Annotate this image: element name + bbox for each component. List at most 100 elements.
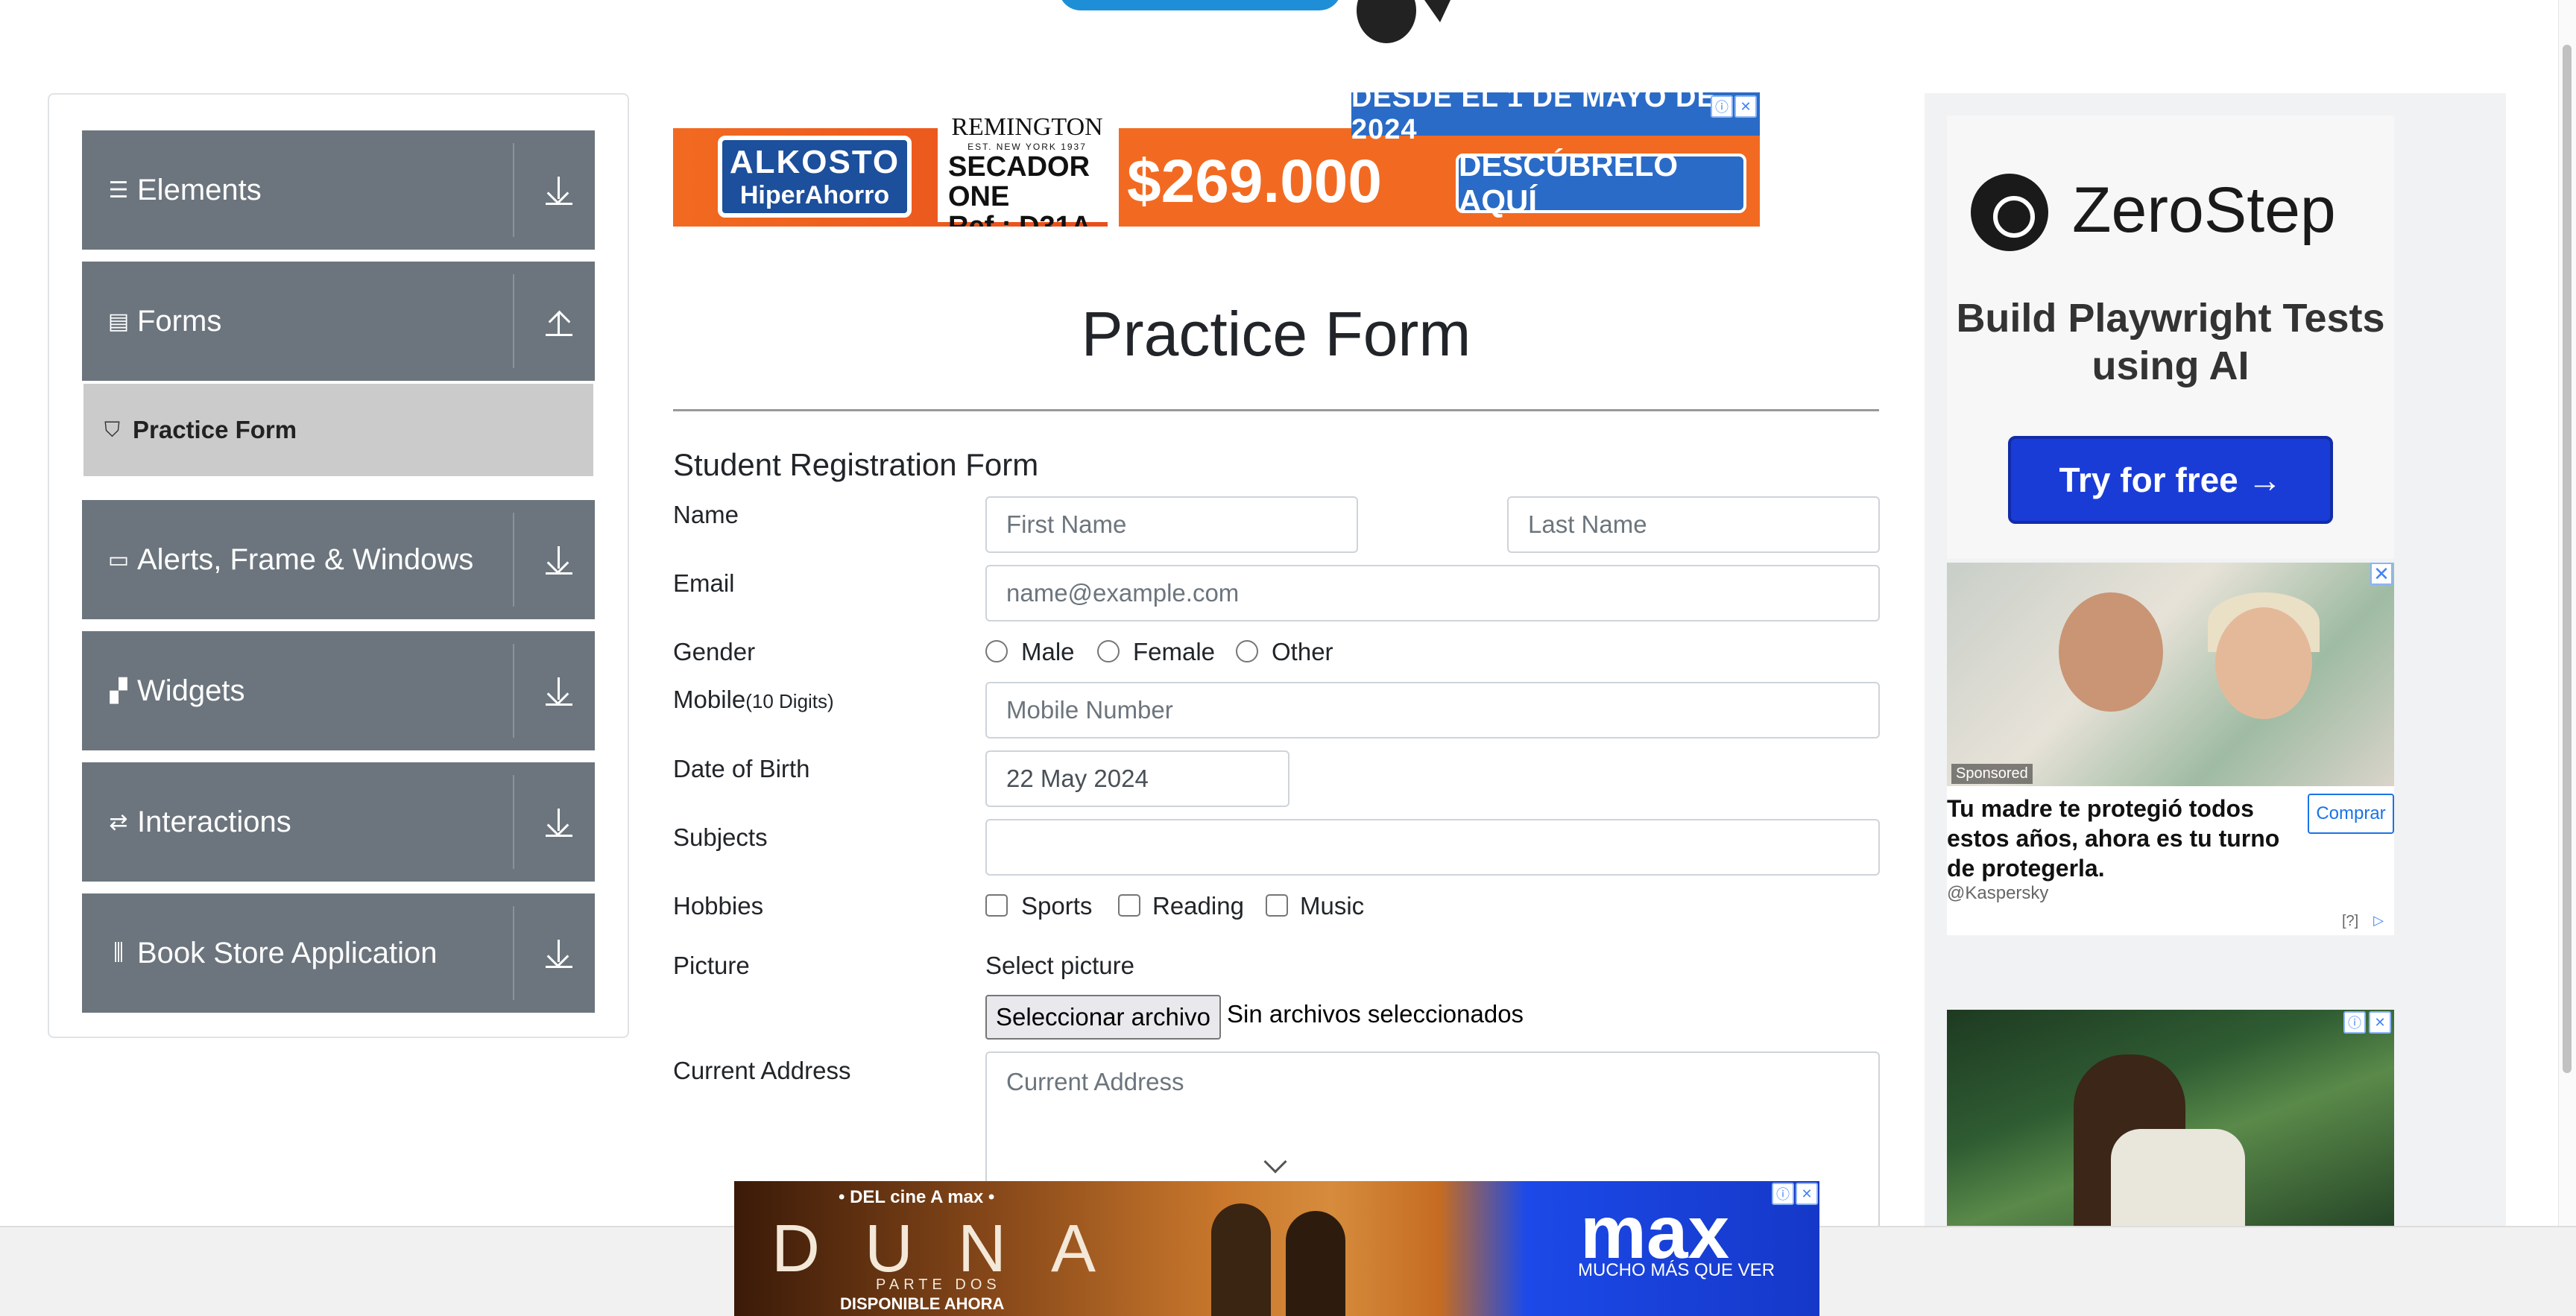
gender-label: Gender [673,638,756,665]
sidebar-group-widgets[interactable]: ▞ Widgets [82,631,595,750]
title-divider [673,409,1879,411]
adchoices-icon[interactable]: ▷ [2367,909,2390,931]
gender-female-radio[interactable] [1097,640,1120,662]
gender-other-label[interactable]: Other [1272,638,1333,666]
sidebar-group-book-store[interactable]: ⫼ Book Store Application [82,893,595,1013]
widgets-icon: ▞ [110,678,127,703]
choose-file-button[interactable]: Seleccionar archivo [985,995,1221,1040]
select-picture-label: Select picture [985,952,1134,979]
bottom-banner-ad[interactable]: • DEL cine A max • DUNA PARTE DOS DISPON… [734,1181,1819,1316]
ad-info-icon[interactable]: ⓘ [1772,1183,1794,1205]
hobby-music-checkbox[interactable] [1266,894,1288,917]
hobby-sports-label[interactable]: Sports [1021,892,1092,920]
logo-text-shape [1058,0,1342,10]
ad-store-name: ALKOSTO [729,143,900,180]
books-icon: ⫼ [113,940,124,965]
ad-price: $269.000 [1127,148,1383,215]
ad-store-tag: HiperAhorro [739,180,890,209]
ad-product: SECADOR ONE [948,151,1090,212]
sidebar-group-label: Book Store Application [137,936,438,969]
ad-date-banner: DESDE EL 1 DE MAYO DE 2024 [1351,92,1760,145]
file-status: Sin archivos seleccionados [1227,1000,1524,1028]
sidebar-group-label: Elements [137,173,262,206]
sidebar-group-label: Forms [137,304,222,338]
upload-arrow-icon [543,305,575,338]
mobile-label: Mobile(10 Digits) [673,686,834,714]
sidebar-group-forms[interactable]: ▤ Forms [82,262,595,381]
gender-male-radio[interactable] [985,640,1008,662]
download-arrow-icon [543,543,575,576]
picture-label: Picture [673,952,750,979]
mobile-input[interactable]: Mobile Number [985,682,1880,738]
hobby-reading-label[interactable]: Reading [1152,892,1244,920]
sidebar-item-label: Practice Form [133,416,297,443]
page: ☰ Elements ▤ Forms ⛉ Practice Form ▭ Ale… [0,0,2576,1316]
sidebar-group-label: Widgets [137,674,245,707]
gender-female-label[interactable]: Female [1133,638,1215,666]
ad-help-link[interactable]: [?] [2342,913,2358,930]
dob-label: Date of Birth [673,755,810,782]
download-arrow-icon [543,674,575,707]
gender-other-radio[interactable] [1236,640,1258,662]
ad-store-logo: ALKOSTO HiperAhorro [718,136,912,218]
document-icon: ▤ [107,309,130,334]
sidebar-group-label: Interactions [137,805,291,838]
last-name-input[interactable]: Last Name [1507,496,1880,553]
sidebar-item-practice-form[interactable]: ⛉ Practice Form [83,384,593,476]
page-title: Practice Form [1081,299,1471,369]
first-name-input[interactable]: First Name [985,496,1358,553]
sponsored-label: Sponsored [1951,764,2033,784]
email-input[interactable]: name@example.com [985,565,1880,621]
divider [513,906,514,1000]
scrollbar-thumb[interactable] [2563,45,2572,1073]
download-arrow-icon [543,174,575,206]
try-free-button[interactable]: Try for free → [2008,436,2333,524]
gender-male-label[interactable]: Male [1021,638,1075,666]
download-arrow-icon [543,806,575,838]
sidebar-group-alerts[interactable]: ▭ Alerts, Frame & Windows [82,500,595,619]
sidebar-group-elements[interactable]: ☰ Elements [82,130,595,250]
divider [513,274,514,368]
top-banner-ad[interactable]: DESDE EL 1 DE MAYO DE 2024 ALKOSTO Hiper… [673,92,1760,227]
ad-close-icon[interactable]: ✕ [1796,1183,1818,1205]
ad-photo: Sponsored [1947,563,2394,786]
ad-ref: Ref.: D31A [948,211,1092,227]
subjects-input[interactable] [985,819,1880,876]
site-logo[interactable] [1058,0,1521,45]
ad-product-block: REMINGTON EST. NEW YORK 1937 SECADOR ONE… [938,106,1117,227]
swap-icon: ⇄ [109,809,128,835]
photo-person [2215,607,2312,719]
photo-person [2059,592,2163,712]
hobbies-label: Hobbies [673,892,764,920]
ad-advertiser: @Kaspersky [1947,883,2049,903]
download-arrow-icon [543,937,575,969]
buy-button[interactable]: Comprar [2308,794,2394,834]
jungle-ad[interactable]: ⓘ ✕ [1947,1010,2394,1248]
logo-mark [1409,0,1461,22]
ad-kicker: • DEL cine A max • [839,1187,995,1207]
ad-brand-sub: EST. NEW YORK 1937 [967,142,1087,152]
ad-close-icon[interactable]: ✕ [2370,563,2393,585]
zerostep-ad[interactable]: ZeroStep Build Playwright Tests using AI… [1947,116,2394,559]
zerostep-tagline: Build Playwright Tests using AI [1956,296,2385,388]
ad-brand: REMINGTON [951,113,1103,141]
html5-icon: ⛉ [104,417,121,441]
ad-availability: DISPONIBLE AHORA [840,1294,1005,1313]
ad-figure [1211,1203,1271,1316]
hobby-reading-checkbox[interactable] [1118,894,1140,917]
ad-info-icon[interactable]: ⓘ [2343,1011,2366,1034]
hobby-sports-checkbox[interactable] [985,894,1008,917]
sidebar-group-interactions[interactable]: ⇄ Interactions [82,762,595,882]
ad-figure [1286,1211,1345,1316]
ad-close-icon[interactable]: ✕ [1734,95,1757,118]
ad-close-icon[interactable]: ✕ [2369,1011,2391,1034]
ad-info-icon[interactable]: ⓘ [1711,95,1733,118]
ad-brand-tagline: MUCHO MÁS QUE VER [1578,1260,1775,1280]
date-of-birth-input[interactable]: 22 May 2024 [985,750,1289,807]
gear-icon [1357,0,1416,43]
hobby-music-label[interactable]: Music [1300,892,1364,920]
ad-cta[interactable]: DESCÚBRELO AQUÍ [1456,148,1746,218]
email-label: Email [673,569,735,597]
kaspersky-ad[interactable]: Sponsored ✕ Tu madre te protegió todos e… [1947,563,2394,935]
sidebar-group-label: Alerts, Frame & Windows [137,542,474,576]
